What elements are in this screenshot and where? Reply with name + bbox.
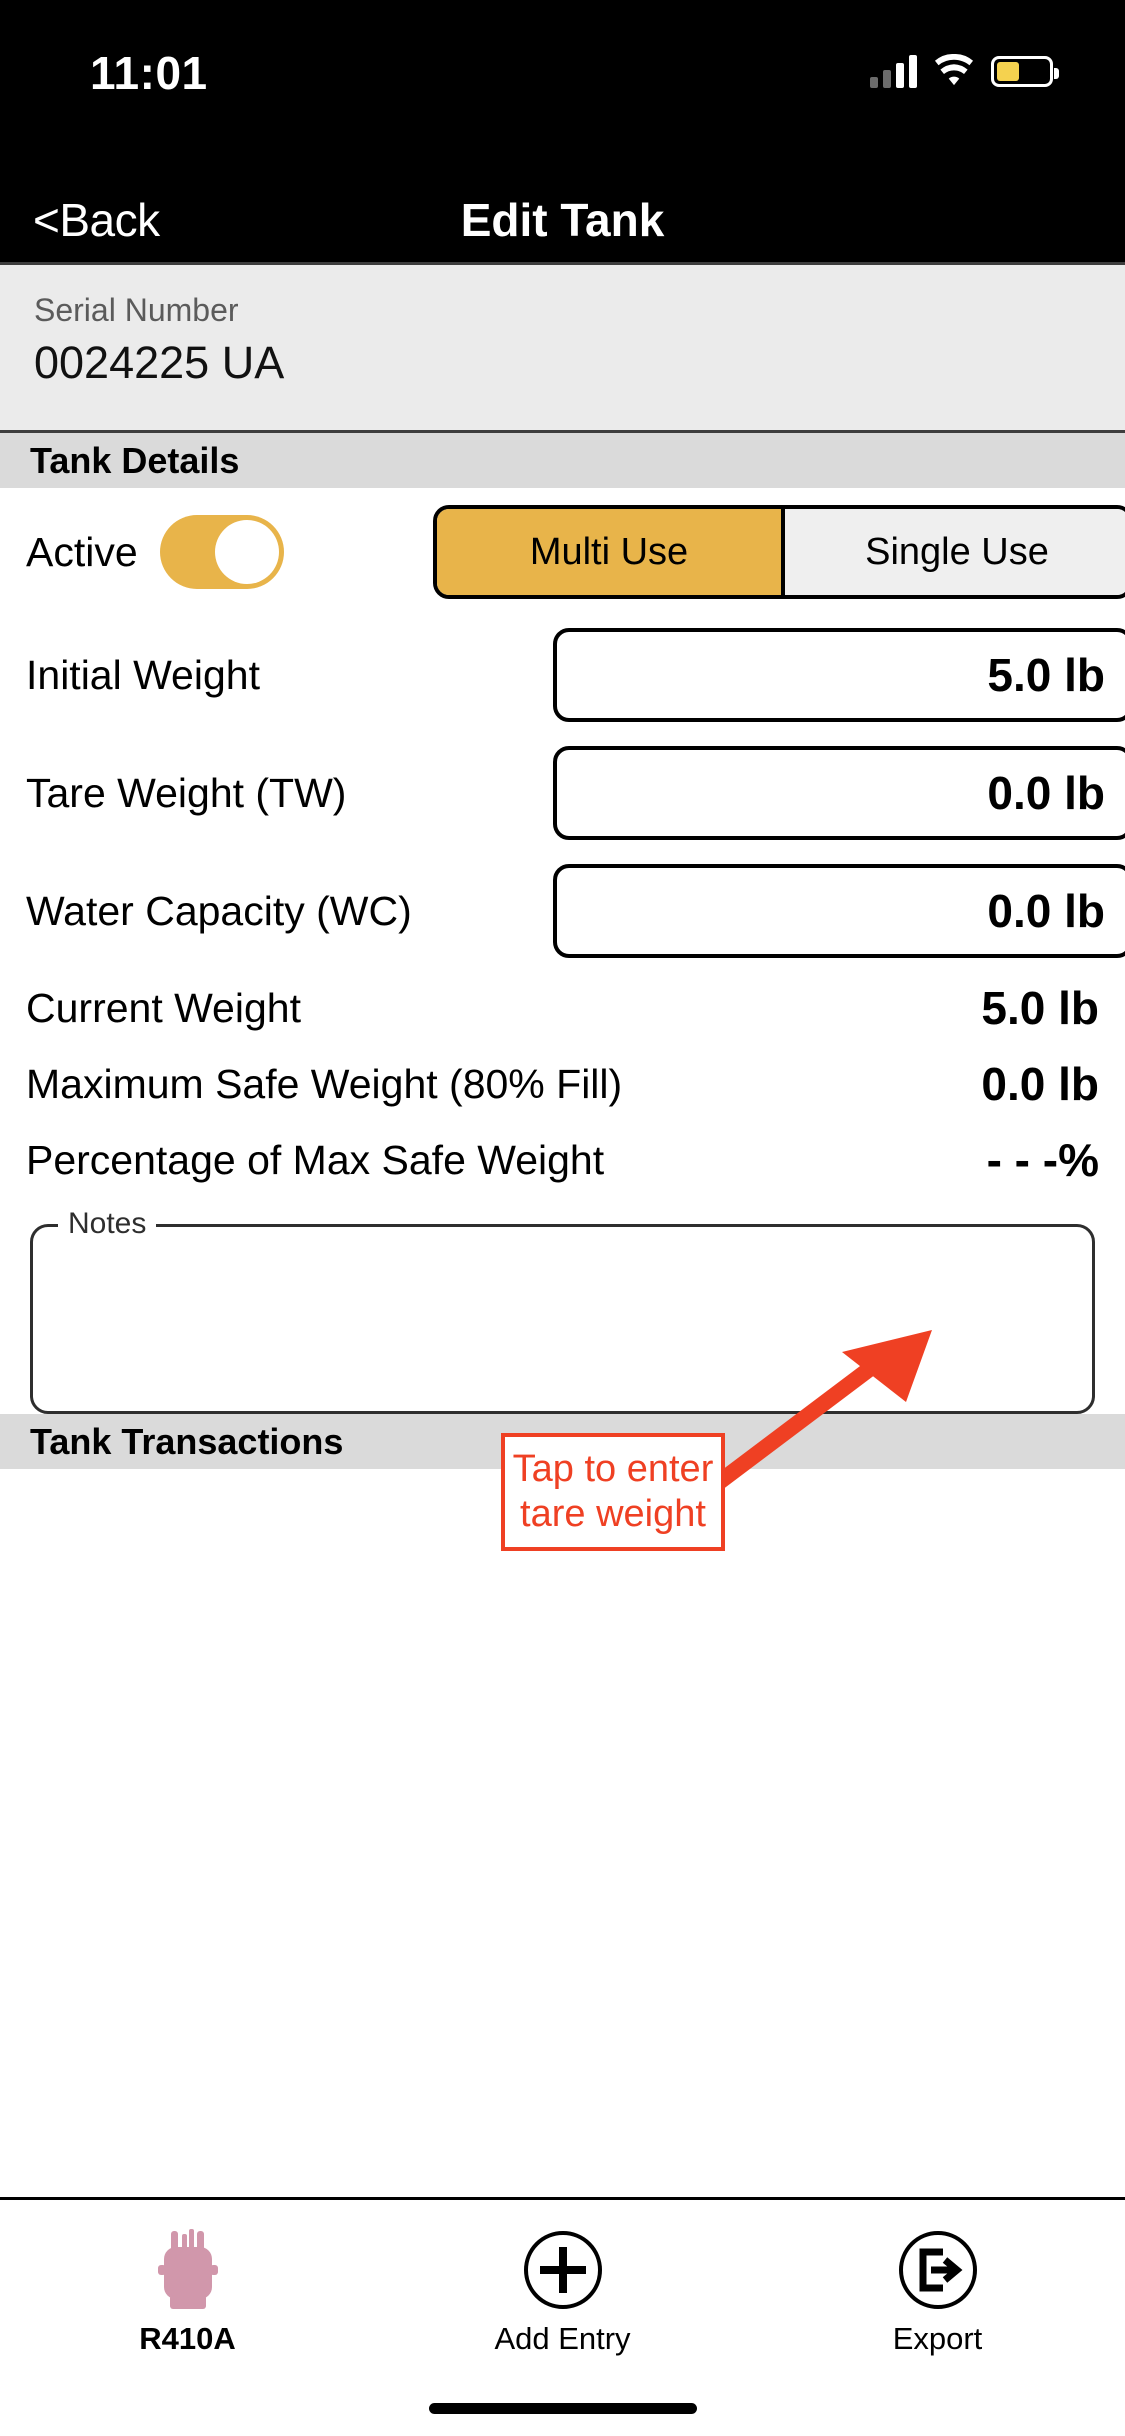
tab-label-export: Export [892,2321,983,2356]
battery-icon [991,55,1059,87]
active-toggle[interactable] [159,515,284,589]
active-and-use-row: Active Multi Use Single Use [0,488,1125,616]
active-label: Active [26,528,138,575]
notes-group: Notes [30,1205,1095,1414]
annotation-text: Tap to enter tare weight [507,1447,720,1537]
tab-add-entry[interactable]: Add Entry [375,2227,750,2357]
tank-details-form: Active Multi Use Single Use Initial Weig… [0,488,1125,1551]
current-weight-label: Current Weight [26,984,301,1031]
water-capacity-input[interactable]: 0.0 lb [553,864,1125,958]
status-bar: 11:01 [0,0,1125,178]
plus-circle-icon [522,2227,604,2313]
tare-weight-label: Tare Weight (TW) [26,769,347,816]
wifi-icon [934,54,974,86]
segment-single-use[interactable]: Single Use [781,509,1125,595]
tab-label-r410a: R410A [139,2321,236,2356]
page-title: Edit Tank [460,194,665,246]
toggle-knob [214,520,279,584]
current-weight-row: Current Weight 5.0 lb [0,970,1125,1046]
max-safe-weight-label: Maximum Safe Weight (80% Fill) [26,1060,623,1107]
use-type-segmented-control[interactable]: Multi Use Single Use [433,505,1125,599]
bottom-tab-bar: R410A Add Entry Export [0,2197,1125,2436]
refrigerant-tank-icon [149,2227,227,2313]
initial-weight-label: Initial Weight [26,651,260,698]
segment-multi-use[interactable]: Multi Use [437,509,781,595]
current-weight-value: 5.0 lb [981,982,1099,1034]
serial-number-value: 0024225 UA [34,337,285,389]
tare-weight-input[interactable]: 0.0 lb [553,746,1125,840]
annotation-line-1: Tap to enter [512,1448,714,1491]
navigation-bar: <Back Edit Tank [0,178,1125,262]
notes-label: Notes [58,1205,157,1243]
water-capacity-row: Water Capacity (WC) 0.0 lb [0,852,1125,970]
percentage-max-safe-row: Percentage of Max Safe Weight - - -% [0,1122,1125,1198]
annotation-line-2: tare weight [520,1493,706,1535]
tab-export[interactable]: Export [750,2227,1125,2357]
cellular-signal-icon [870,54,917,88]
back-button[interactable]: <Back [33,193,160,247]
tab-r410a[interactable]: R410A [0,2227,375,2357]
status-bar-time: 11:01 [90,47,208,99]
serial-number-label: Serial Number [34,292,239,328]
percentage-max-safe-label: Percentage of Max Safe Weight [26,1136,605,1183]
notes-input[interactable] [30,1224,1095,1414]
initial-weight-input[interactable]: 5.0 lb [553,628,1125,722]
export-circle-icon [897,2227,979,2313]
serial-number-block[interactable]: Serial Number 0024225 UA [0,262,1125,433]
home-indicator [428,2403,697,2414]
annotation-callout: Tap to enter tare weight [501,1433,725,1551]
section-header-tank-details: Tank Details [0,433,1125,488]
percentage-max-safe-value: - - -% [986,1134,1099,1186]
max-safe-weight-row: Maximum Safe Weight (80% Fill) 0.0 lb [0,1046,1125,1122]
tare-weight-row: Tare Weight (TW) 0.0 lb [0,734,1125,852]
max-safe-weight-value: 0.0 lb [981,1058,1099,1110]
active-toggle-group: Active [26,515,284,589]
status-bar-indicators [870,54,1059,88]
water-capacity-label: Water Capacity (WC) [26,887,412,934]
tab-label-add-entry: Add Entry [494,2321,631,2356]
initial-weight-row: Initial Weight 5.0 lb [0,616,1125,734]
